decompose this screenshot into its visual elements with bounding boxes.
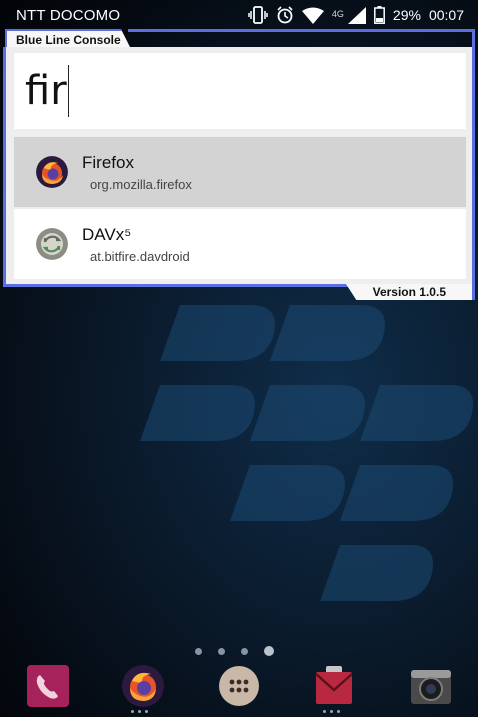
phone-icon[interactable] <box>26 664 70 708</box>
result-package: org.mozilla.firefox <box>90 176 192 192</box>
app-drawer-icon[interactable] <box>217 664 261 708</box>
vibrate-icon <box>248 6 268 24</box>
alarm-icon <box>277 6 293 24</box>
result-title: Firefox <box>82 152 134 172</box>
status-icons: 4G 29% 00:07 <box>248 6 464 24</box>
result-item-firefox[interactable]: Firefox org.mozilla.firefox <box>14 137 466 207</box>
camera-icon[interactable] <box>409 664 453 708</box>
console-border-top <box>128 29 475 32</box>
running-indicator <box>131 710 148 713</box>
firefox-icon[interactable] <box>121 664 165 708</box>
console-title: Blue Line Console <box>5 29 131 49</box>
page-indicator <box>195 646 274 656</box>
page-dot[interactable] <box>241 647 248 655</box>
result-package: at.bitfire.davdroid <box>90 248 190 264</box>
text-caret <box>67 65 69 117</box>
version-label: Version 1.0.5 <box>346 284 475 300</box>
battery-level: 29% <box>392 7 421 23</box>
running-indicator <box>323 710 340 713</box>
battery-icon <box>373 6 385 24</box>
dock <box>0 664 478 717</box>
carrier-name: NTT DOCOMO <box>16 6 121 24</box>
console-border-right <box>472 29 475 49</box>
console-window: fir Firefox org.mozilla.firefox DAVx⁵ at… <box>3 47 475 287</box>
status-bar: NTT DOCOMO 4G 29% 00:07 <box>0 0 478 30</box>
network-type: 4G <box>331 9 344 19</box>
davx5-sync-icon <box>36 228 68 260</box>
page-dot-active[interactable] <box>264 646 274 656</box>
clock: 00:07 <box>428 7 464 23</box>
page-dot[interactable] <box>195 647 202 655</box>
result-item-davx5[interactable]: DAVx⁵ at.bitfire.davdroid <box>14 209 466 279</box>
command-input[interactable]: fir <box>14 53 466 129</box>
page-dot[interactable] <box>218 647 225 655</box>
email-icon[interactable] <box>312 664 356 708</box>
signal-icon <box>347 6 366 24</box>
blackberry-logo-icon <box>140 305 474 601</box>
firefox-icon <box>36 156 68 188</box>
result-title: DAVx⁵ <box>82 224 132 244</box>
command-input-value: fir <box>25 68 67 114</box>
wifi-icon <box>301 7 324 24</box>
